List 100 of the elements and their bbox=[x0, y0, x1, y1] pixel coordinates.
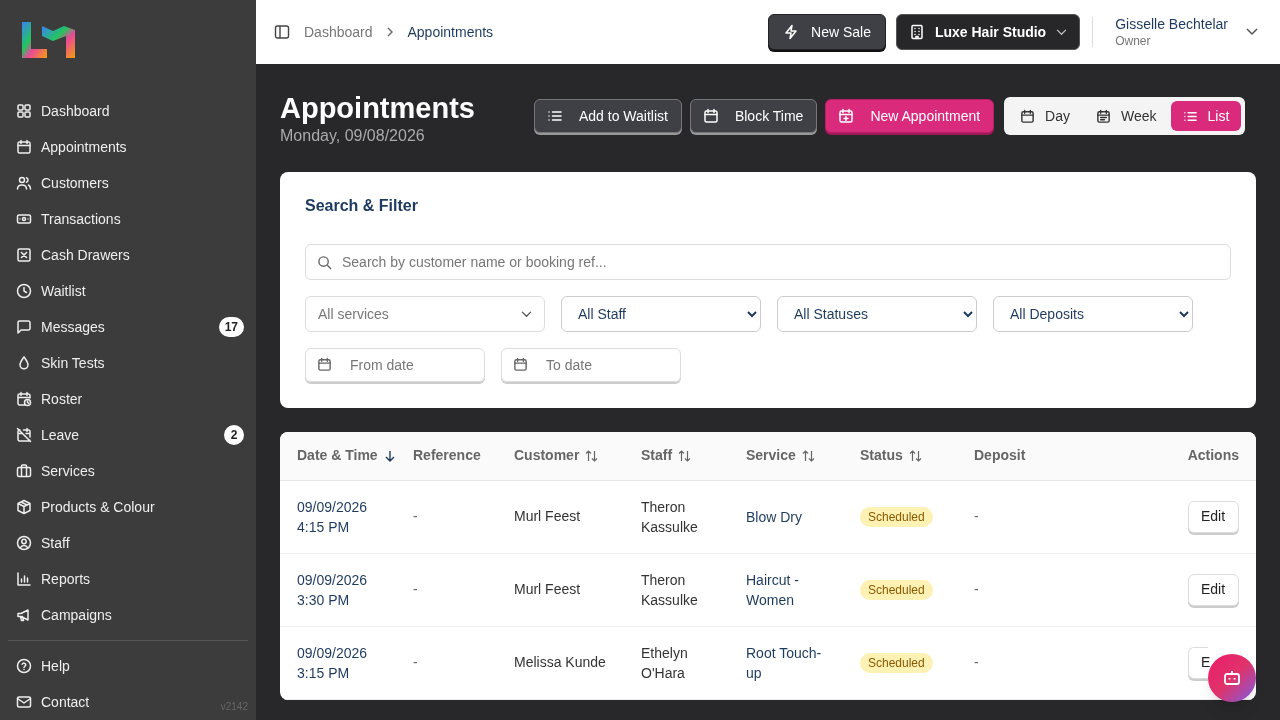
table-cell-text: Melissa Kunde bbox=[514, 653, 607, 672]
nav-item[interactable]: Appointments bbox=[16, 136, 127, 158]
column-header[interactable]: Reference bbox=[413, 445, 481, 467]
nav-item[interactable]: Services bbox=[16, 460, 95, 482]
edit-button[interactable]: E bbox=[1188, 646, 1208, 679]
user-circle-icon bbox=[16, 535, 32, 551]
megaphone-icon bbox=[16, 607, 32, 623]
action-button[interactable]: Add to Waitlist bbox=[533, 99, 682, 133]
briefcase-icon bbox=[16, 463, 32, 479]
help-icon bbox=[16, 658, 32, 674]
column-header[interactable]: Status bbox=[860, 445, 922, 467]
column-header[interactable]: Service bbox=[746, 445, 815, 467]
table-cell-text: Theron Kassulke bbox=[641, 570, 699, 610]
nav-item[interactable]: Dashboard bbox=[16, 100, 110, 122]
users-icon bbox=[16, 175, 32, 191]
column-header[interactable]: Date & Time bbox=[297, 445, 396, 467]
package-icon bbox=[16, 499, 32, 515]
column-header[interactable]: Staff bbox=[641, 445, 692, 467]
calendar-off-icon bbox=[16, 427, 32, 443]
grid-icon bbox=[16, 103, 32, 119]
calendar-icon bbox=[16, 139, 32, 155]
status-badge: Scheduled bbox=[860, 580, 933, 600]
page-date: Monday, 09/08/2026 bbox=[280, 126, 426, 146]
calendar-icon bbox=[1020, 108, 1036, 124]
filter-dropdown[interactable]: All Deposits bbox=[993, 296, 1193, 332]
action-button[interactable]: Block Time bbox=[689, 99, 818, 133]
message-icon bbox=[16, 319, 32, 335]
edit-button[interactable]: Edit bbox=[1188, 500, 1239, 533]
nav-item[interactable]: Help bbox=[16, 655, 70, 677]
nav-item[interactable]: Waitlist bbox=[16, 280, 86, 302]
calendar-icon bbox=[513, 357, 528, 372]
column-header[interactable]: Deposit bbox=[974, 445, 1026, 467]
lightning-icon bbox=[783, 24, 799, 40]
bar-chart-icon bbox=[16, 571, 32, 587]
sort-icon bbox=[585, 449, 599, 462]
chevron-down-icon bbox=[1056, 28, 1068, 36]
new-sale-button[interactable]: New Sale bbox=[768, 14, 886, 50]
service-link[interactable]: Root Touch-up bbox=[746, 642, 860, 683]
sort-descending-icon bbox=[383, 449, 396, 462]
status-badge: Scheduled bbox=[860, 653, 933, 673]
chevron-right-icon bbox=[386, 27, 394, 37]
clock-icon bbox=[16, 283, 32, 299]
nav-item[interactable]: Cash Drawers bbox=[16, 244, 130, 266]
date-field[interactable]: From date bbox=[305, 348, 485, 382]
nav-item[interactable]: Transactions bbox=[16, 208, 121, 230]
table-cell-text: Ethelyn O'Hara bbox=[641, 643, 689, 683]
view-tab[interactable]: List bbox=[1170, 101, 1242, 131]
calendar-plus-icon bbox=[838, 108, 855, 124]
table-cell-text: - bbox=[974, 653, 980, 672]
nav-item[interactable]: Customers bbox=[16, 172, 109, 194]
view-tab[interactable]: Week bbox=[1084, 101, 1169, 131]
date-time-link[interactable]: 09/09/2026 3:30 PM bbox=[297, 569, 413, 610]
calendar-icon bbox=[317, 357, 332, 372]
user-menu[interactable]: Gisselle Bechtelar Owner bbox=[1115, 15, 1258, 49]
service-link[interactable]: Haircut - Women bbox=[746, 569, 860, 610]
table-cell-text: - bbox=[974, 580, 980, 599]
nav-item[interactable]: Roster bbox=[16, 388, 83, 410]
nav-item[interactable]: Staff bbox=[16, 532, 70, 554]
search-field[interactable]: Search by customer name or booking ref... bbox=[305, 244, 1231, 280]
new-appointment-button[interactable]: New Appointment bbox=[825, 99, 995, 133]
column-header[interactable]: Actions bbox=[1187, 445, 1239, 467]
table-cell-text: Murl Feest bbox=[514, 580, 582, 599]
date-time-link[interactable]: 09/09/2026 4:15 PM bbox=[297, 496, 413, 537]
edit-button[interactable]: Edit bbox=[1188, 573, 1239, 606]
date-time-link[interactable]: 09/09/2026 3:15 PM bbox=[297, 642, 413, 683]
chevron-down-icon bbox=[521, 310, 532, 318]
column-header[interactable]: Customer bbox=[514, 445, 599, 467]
count-badge: 17 bbox=[218, 317, 244, 337]
table-cell-text: Theron Kassulke bbox=[641, 497, 699, 537]
page-title: Appointments bbox=[280, 92, 475, 124]
nav-item[interactable]: Campaigns bbox=[16, 604, 112, 626]
sort-icon bbox=[908, 449, 922, 462]
nav-item[interactable]: Reports bbox=[16, 568, 91, 590]
view-tab[interactable]: Day bbox=[1008, 101, 1082, 131]
service-dropdown[interactable]: All services bbox=[305, 296, 545, 332]
sidebar-toggle-icon[interactable] bbox=[274, 24, 290, 40]
breadcrumb-link[interactable]: Dashboard bbox=[304, 21, 373, 43]
nav-item[interactable]: Messages bbox=[16, 316, 105, 338]
nav-item[interactable]: Skin Tests bbox=[16, 352, 105, 374]
studio-selector[interactable]: Luxe Hair Studio bbox=[895, 14, 1081, 50]
table-cell-text: - bbox=[413, 507, 419, 526]
logo-icon bbox=[22, 22, 76, 58]
breadcrumb-current: Appointments bbox=[407, 22, 494, 42]
service-link[interactable]: Blow Dry bbox=[746, 506, 860, 527]
nav-item[interactable]: Products & Colour bbox=[16, 496, 155, 518]
filter-dropdown[interactable]: All Statuses bbox=[777, 296, 977, 332]
count-badge: 2 bbox=[224, 425, 244, 445]
date-field[interactable]: To date bbox=[501, 348, 681, 382]
table-cell-text: Murl Feest bbox=[514, 507, 582, 526]
sort-icon bbox=[678, 449, 692, 462]
nav-item[interactable]: Leave bbox=[16, 424, 80, 446]
table-cell-text: - bbox=[413, 580, 419, 599]
robot-icon bbox=[1222, 668, 1242, 688]
filter-dropdown[interactable]: All Staff bbox=[561, 296, 761, 332]
filter-title: Search & Filter bbox=[305, 196, 419, 216]
search-icon bbox=[317, 255, 332, 270]
nav-item[interactable]: Contact bbox=[16, 691, 90, 713]
building-icon bbox=[908, 24, 925, 40]
mail-icon bbox=[16, 694, 32, 710]
square-x-icon bbox=[16, 247, 32, 263]
